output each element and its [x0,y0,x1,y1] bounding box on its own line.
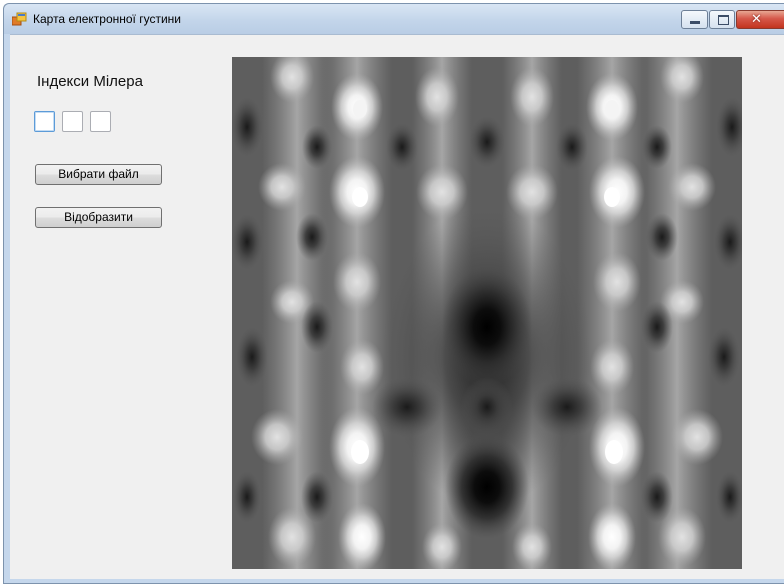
display-button[interactable]: Відобразити [35,207,162,228]
miller-index-l-input[interactable] [90,111,111,132]
close-button[interactable]: ✕ [736,10,784,29]
minimize-button[interactable] [681,10,708,29]
miller-index-k-input[interactable] [62,111,83,132]
minimize-icon [690,21,700,24]
electron-density-map [232,57,742,569]
title-bar[interactable]: Карта електронної густини ✕ [4,4,784,34]
maximize-button[interactable] [709,10,735,29]
window-title: Карта електронної густини [33,12,181,26]
density-map-image [232,57,742,569]
app-window: Карта електронної густини ✕ Індекси Міле… [3,3,784,584]
miller-indices-label: Індекси Мілера [37,73,143,90]
maximize-icon [718,15,729,25]
app-window-icon [12,12,27,26]
close-icon: ✕ [751,12,762,27]
miller-index-h-input[interactable] [34,111,55,132]
form-client-area: Індекси Мілера Вибрати файл Відобразити [10,34,784,579]
choose-file-button[interactable]: Вибрати файл [35,164,162,185]
